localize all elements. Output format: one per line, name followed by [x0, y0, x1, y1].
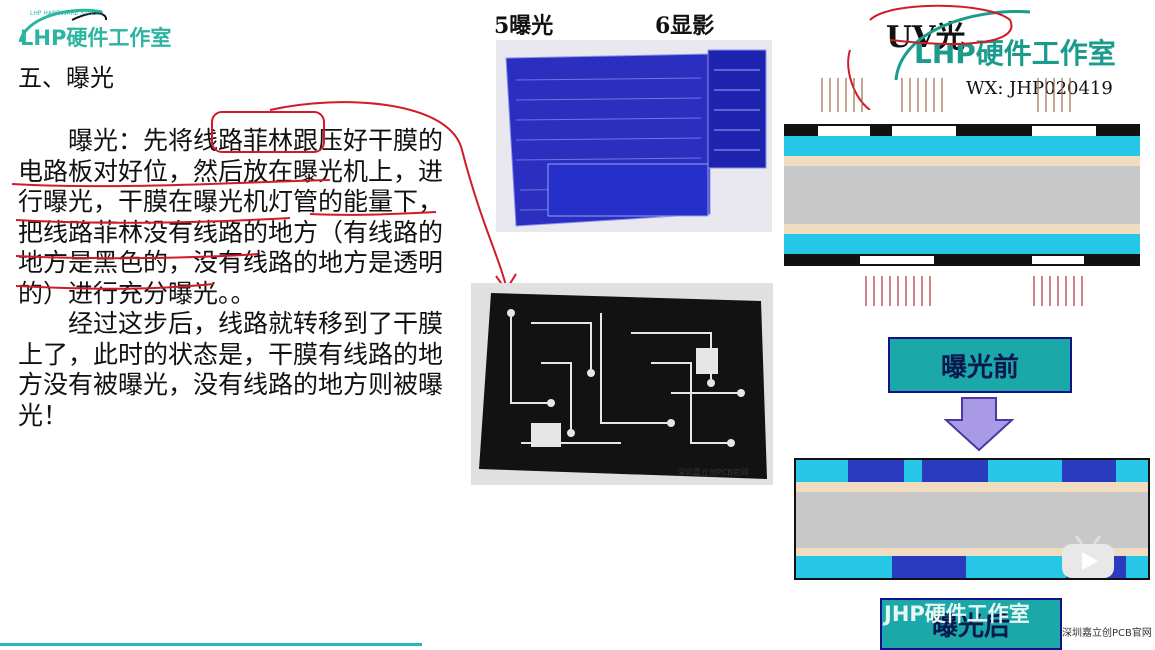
logo: LHP HARDWARE STUDIO LHP硬件工作室: [12, 6, 202, 50]
section-title: 五、曝光: [18, 64, 114, 92]
progress-line: [0, 643, 422, 646]
watermark-bottom-source: 深圳嘉立创PCB官网: [1062, 628, 1152, 639]
photo-label-exposure: 5曝光: [494, 13, 554, 39]
before-exposure-label: 曝光前: [888, 337, 1072, 393]
watermark-bottom-name: JHP硬件工作室: [884, 602, 1030, 626]
uv-arrows-down: [821, 78, 1071, 112]
photo-label-develop: 6显影: [655, 13, 715, 39]
exposure-photo: [496, 40, 772, 232]
pcb-photo-caption: 深圳嘉立创PCB官网: [677, 468, 749, 477]
red-annotation-marks: [11, 101, 517, 292]
uv-arrows-up: [865, 276, 1083, 306]
down-arrow-icon: [944, 397, 1014, 452]
logo-name: LHP硬件工作室: [20, 26, 172, 50]
pcb-photo-image: [479, 293, 767, 479]
stack-before-diagram: [784, 124, 1140, 266]
exposure-photo-image: [505, 49, 767, 227]
pcb-photo: 深圳嘉立创PCB官网: [471, 283, 773, 485]
logo-subtitle: LHP HARDWARE STUDIO: [30, 10, 104, 17]
video-player-icon[interactable]: [1060, 534, 1116, 580]
